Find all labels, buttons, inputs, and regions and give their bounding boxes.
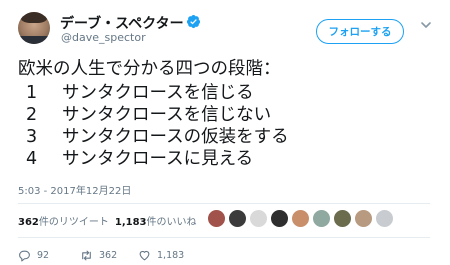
- liker-avatar-6[interactable]: [312, 209, 331, 228]
- stage-text: サンタクロースの仮装をする: [62, 127, 289, 147]
- liker-avatar-8[interactable]: [354, 209, 373, 228]
- liker-avatar-3[interactable]: [249, 209, 268, 228]
- stage-number: 4: [26, 149, 38, 169]
- liker-avatar-5[interactable]: [291, 209, 310, 228]
- retweet-count: 362: [99, 249, 118, 261]
- reply-button[interactable]: 92: [18, 248, 49, 262]
- divider: [18, 237, 430, 238]
- stage-text: サンタクロースを信じる: [62, 83, 254, 103]
- action-bar: 92 362 1,183: [18, 248, 318, 262]
- divider: [18, 203, 430, 204]
- retweets-label: 件のリツイート: [38, 217, 109, 228]
- display-name[interactable]: デーブ・スペクター: [60, 13, 184, 33]
- chevron-down-icon[interactable]: [420, 19, 432, 31]
- tweet-intro: 欧米の人生で分かる四つの段階：: [18, 59, 281, 79]
- reply-count: 92: [37, 249, 50, 261]
- reply-icon: [19, 250, 30, 261]
- stage-number: 3: [26, 127, 38, 147]
- tweet-timestamp[interactable]: 5:03 - 2017年12月22日: [18, 182, 131, 197]
- liker-avatar-7[interactable]: [333, 209, 352, 228]
- stage-text: サンタクロースに見える: [62, 149, 254, 169]
- likes-count: 1,183: [114, 217, 147, 228]
- avatar-shirt: [18, 36, 50, 44]
- heart-icon: [139, 250, 150, 260]
- stage-number: 2: [26, 105, 38, 125]
- retweet-icon: [82, 250, 91, 260]
- likes-label: 件のいいね: [146, 217, 197, 228]
- engagement-stats: 362件のリツイート 1,183件のいいね: [18, 213, 197, 228]
- like-count: 1,183: [157, 249, 185, 261]
- retweets-stat[interactable]: 362件のリツイート: [18, 217, 109, 228]
- avatar-hair: [21, 12, 47, 23]
- like-button[interactable]: 1,183: [138, 248, 184, 262]
- stage-number: 1: [26, 83, 38, 103]
- retweet-button[interactable]: 362: [80, 248, 117, 262]
- liker-avatar-1[interactable]: [207, 209, 226, 228]
- verified-badge-icon: [186, 14, 201, 29]
- user-handle[interactable]: @dave_spector: [61, 31, 146, 44]
- liker-avatar-4[interactable]: [270, 209, 289, 228]
- liker-avatar-2[interactable]: [228, 209, 247, 228]
- liker-avatar-9[interactable]: [375, 209, 394, 228]
- follow-button[interactable]: フォローする: [316, 19, 404, 44]
- retweets-count: 362: [18, 217, 39, 228]
- likes-stat[interactable]: 1,183件のいいね: [115, 217, 197, 228]
- tweet-card: デーブ・スペクター @dave_spector フォローする 欧米の人生で分かる…: [0, 0, 450, 265]
- stage-text: サンタクロースを信じない: [62, 105, 272, 125]
- avatar[interactable]: [18, 12, 50, 44]
